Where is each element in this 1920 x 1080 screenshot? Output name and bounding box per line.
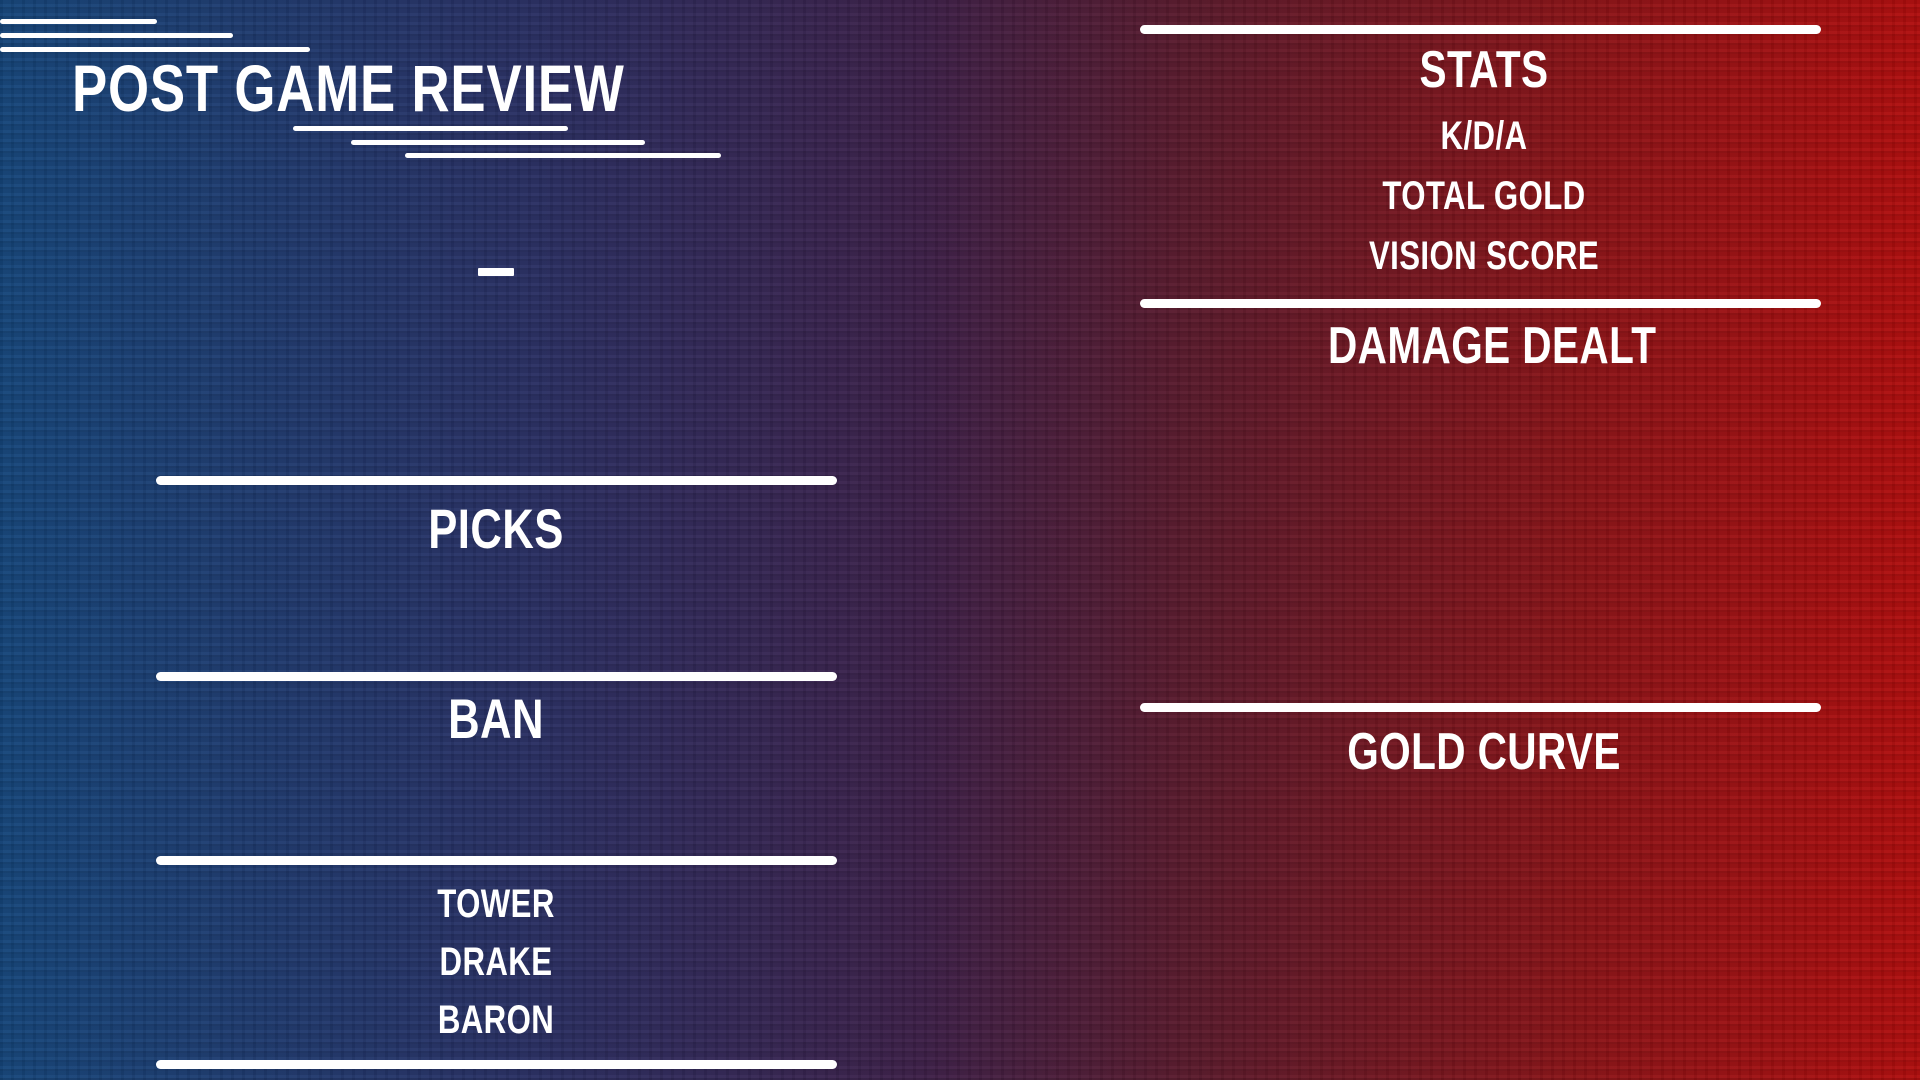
damage-divider: [1140, 299, 1821, 308]
stats-top-divider: [1140, 25, 1821, 34]
picks-divider: [156, 476, 837, 485]
title-deco-line: [293, 126, 568, 131]
ban-heading: BAN: [448, 687, 544, 750]
objectives-divider: [156, 856, 837, 865]
gold-curve-heading: GOLD CURVE: [1347, 723, 1621, 781]
objective-tower-label: TOWER: [437, 882, 555, 926]
objectives-bottom-divider: [156, 1060, 837, 1069]
stat-kda-label: K/D/A: [1440, 114, 1528, 158]
picks-heading: PICKS: [428, 497, 564, 560]
stat-vision-score-label: VISION SCORE: [1368, 234, 1600, 278]
damage-dealt-heading: DAMAGE DEALT: [1328, 317, 1657, 375]
objective-drake-label: DRAKE: [439, 940, 553, 984]
page-title: POST GAME REVIEW: [72, 51, 625, 125]
ban-divider: [156, 672, 837, 681]
score-separator: [478, 268, 514, 276]
background-texture: [0, 0, 1920, 1080]
title-deco-line: [351, 140, 645, 145]
title-deco-line: [405, 153, 721, 158]
stats-heading: STATS: [1419, 41, 1549, 99]
objective-baron-label: BARON: [437, 998, 555, 1042]
title-deco-line: [0, 33, 233, 38]
gold-curve-divider: [1140, 703, 1821, 712]
title-deco-line: [0, 19, 157, 24]
stat-total-gold-label: TOTAL GOLD: [1382, 174, 1586, 218]
